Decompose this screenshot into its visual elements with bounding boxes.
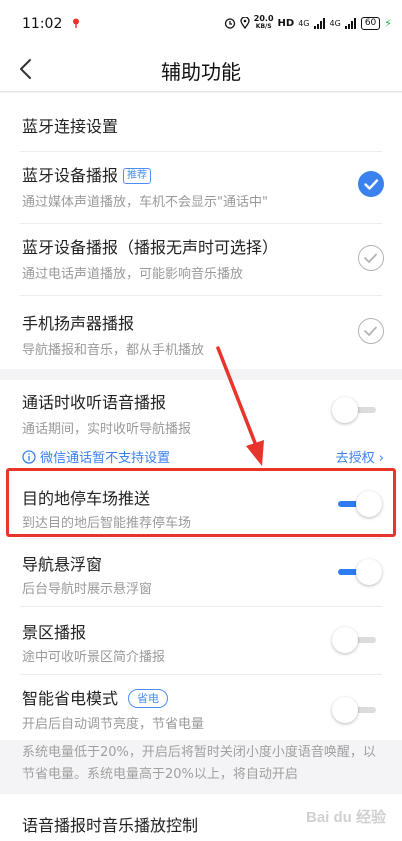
parking-push-toggle[interactable] xyxy=(332,491,382,519)
power-saving-badge: 省电 xyxy=(128,689,169,708)
signal-bars-icon xyxy=(313,17,325,29)
recommend-badge: 推荐 xyxy=(123,168,152,184)
status-bar: 11:02 20.0 KB/S HD 4G 4G 60 ⚡ xyxy=(0,0,402,46)
authorize-text: 去授权 xyxy=(335,451,375,466)
floating-window-title: 导航悬浮窗 xyxy=(22,555,103,574)
power-saving-label: 智能省电模式 xyxy=(22,689,119,708)
signal-bars-icon-2 xyxy=(344,17,356,29)
call-voice-broadcast-subtitle: 通话期间，实时收听导航播报 xyxy=(22,422,192,437)
status-time: 11:02 xyxy=(22,16,63,32)
network-speed: 20.0 KB/S xyxy=(254,15,274,31)
divider xyxy=(20,151,382,152)
check-unselected-icon[interactable] xyxy=(358,245,384,271)
status-icons: 20.0 KB/S HD 4G 4G 60 ⚡ xyxy=(224,15,392,31)
power-saving-subtitle: 开启后自动调节亮度，节省电量 xyxy=(22,717,205,732)
power-saving-toggle[interactable] xyxy=(332,697,382,725)
divider xyxy=(20,538,382,539)
bluetooth-call-option-title[interactable]: 蓝牙设备播报（播报无声时可选择） xyxy=(22,234,278,258)
power-saving-note: 系统电量低于20%，开启后将暂时关闭小度小度语音唤醒，以节省电量。系统电量高于2… xyxy=(22,745,376,782)
bluetooth-call-option-subtitle: 通过电话声道播放，可能影响音乐播放 xyxy=(22,267,244,282)
parking-push-subtitle: 到达目的地后智能推荐停车场 xyxy=(22,516,192,531)
check-unselected-icon[interactable] xyxy=(358,318,384,344)
baidu-watermark: Bai du 经验 xyxy=(304,800,396,836)
scenic-broadcast-title: 景区播报 xyxy=(22,623,87,642)
bluetooth-settings-section: 蓝牙连接设置 蓝牙设备播报 推荐 通过媒体声道播放，车机不会显示"通话中" 蓝牙设… xyxy=(0,93,402,369)
wechat-notice-link[interactable]: 微信通话暂不支持设置 xyxy=(22,447,170,466)
option-label: 蓝牙设备播报 xyxy=(22,166,119,185)
music-control-title[interactable]: 语音播报时音乐播放控制 xyxy=(22,812,198,836)
phone-speaker-option-title[interactable]: 手机扬声器播报 xyxy=(22,310,134,334)
call-voice-broadcast-title: 通话时收听语音播报 xyxy=(22,393,167,412)
divider xyxy=(20,674,382,675)
power-saving-title: 智能省电模式 省电 xyxy=(22,685,169,709)
page-title: 辅助功能 xyxy=(161,60,241,84)
battery-level: 60 xyxy=(360,16,381,30)
wechat-notice-text: 微信通话暂不支持设置 xyxy=(40,451,171,466)
hd-label: HD xyxy=(277,17,295,29)
phone-speaker-option-subtitle: 导航播报和音乐，都从手机播放 xyxy=(22,343,205,358)
scenic-broadcast-subtitle: 途中可收听景区简介播报 xyxy=(22,650,166,665)
call-voice-broadcast-toggle[interactable] xyxy=(332,397,382,425)
authorize-link[interactable]: 去授权 › xyxy=(336,447,384,466)
bluetooth-connect-settings[interactable]: 蓝牙连接设置 xyxy=(22,113,118,137)
info-icon xyxy=(22,450,36,464)
parking-push-title: 目的地停车场推送 xyxy=(22,489,151,508)
location-icon xyxy=(240,17,250,29)
divider xyxy=(20,223,382,224)
divider xyxy=(20,606,382,607)
floating-window-toggle[interactable] xyxy=(332,559,382,587)
watermark-text: Bai du 经验 xyxy=(306,808,387,826)
signal-label-1: 4G xyxy=(298,18,310,28)
speed-unit: KB/S xyxy=(255,23,272,30)
bluetooth-media-option-title[interactable]: 蓝牙设备播报 推荐 xyxy=(22,162,152,186)
divider xyxy=(20,295,382,296)
location-pin-icon xyxy=(73,18,79,28)
charging-icon: ⚡ xyxy=(384,16,392,30)
bluetooth-media-option-subtitle: 通过媒体声道播放，车机不会显示"通话中" xyxy=(22,195,268,210)
signal-label-2: 4G xyxy=(329,18,341,28)
alarm-icon xyxy=(224,18,235,29)
top-nav-bar: 辅助功能 xyxy=(0,46,402,92)
chevron-right-icon: › xyxy=(374,451,384,466)
check-selected-icon[interactable] xyxy=(358,171,384,197)
floating-window-subtitle: 后台导航时展示悬浮窗 xyxy=(22,582,153,597)
scenic-broadcast-toggle[interactable] xyxy=(332,627,382,655)
divider xyxy=(20,468,382,469)
speed-value: 20.0 xyxy=(253,14,274,23)
